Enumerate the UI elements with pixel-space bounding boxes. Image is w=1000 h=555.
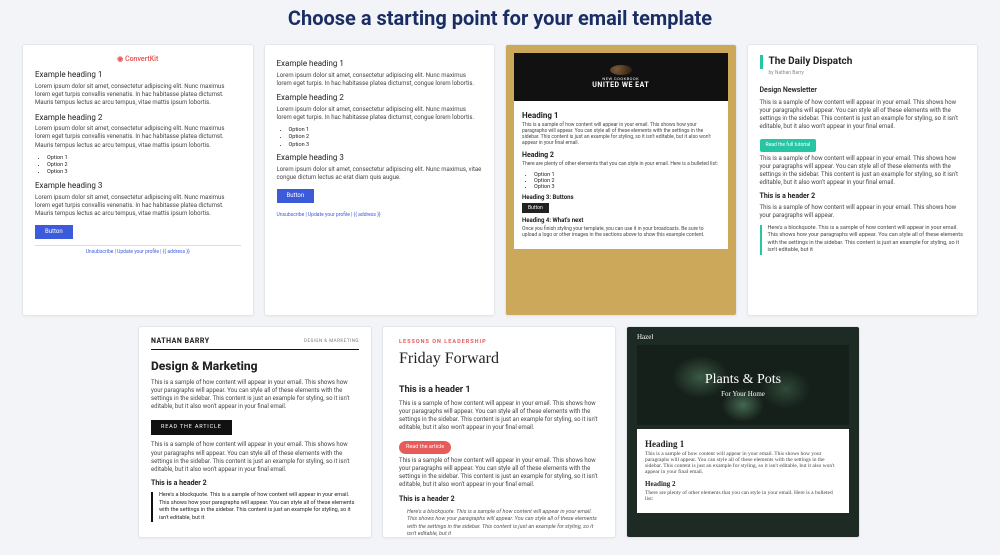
template-card-convertkit[interactable]: ConvertKit Example heading 1 Lorem ipsum… <box>22 44 254 316</box>
hero-title: UNITED WE EAT <box>592 81 649 89</box>
newsletter-title: Friday Forward <box>399 348 599 370</box>
list-item: Option 1 <box>289 127 483 134</box>
template-preview: Hazel Plants & Pots For Your Home Headin… <box>627 327 859 537</box>
list-item: Option 3 <box>534 184 720 190</box>
footer-links: Unsubscribe | Update your profile | {{ a… <box>35 245 241 256</box>
heading-1: Example heading 1 <box>35 70 241 81</box>
tagline: DESIGN & MARKETING <box>304 339 359 345</box>
heading-1: Example heading 1 <box>277 59 483 70</box>
blockquote: Here's a blockquote. This is a sample of… <box>760 225 966 255</box>
blockquote: Here's a blockquote. This is a sample of… <box>399 509 599 538</box>
hero: Plants & Pots For Your Home <box>637 345 849 425</box>
convertkit-logo: ConvertKit <box>35 55 241 64</box>
heading-1: Heading 1 <box>522 111 720 120</box>
body-text: Lorem ipsum dolor sit amet, consectetur … <box>277 166 483 182</box>
body-text: There are plenty of other elements that … <box>645 490 841 502</box>
button: Button <box>35 225 73 239</box>
hero-image <box>610 65 632 75</box>
heading-2: Heading 2 <box>645 480 841 488</box>
page-title: Choose a starting point for your email t… <box>0 0 1000 44</box>
template-card-united-we-eat[interactable]: NEW COOKBOOK UNITED WE EAT Heading 1 Thi… <box>505 44 737 316</box>
list-item: Option 1 <box>47 155 241 162</box>
heading-3: Example heading 3 <box>35 181 241 192</box>
footer-links: Unsubscribe | Update your profile | {{ a… <box>277 209 483 219</box>
header-2: This is a header 2 <box>760 192 966 201</box>
author-name: NATHAN BARRY <box>151 337 210 346</box>
list-item: Option 2 <box>47 162 241 169</box>
list-item: Option 2 <box>289 134 483 141</box>
body-text: This is a sample of how content will app… <box>399 400 599 432</box>
heading-4: Heading 4: What's next <box>522 217 720 224</box>
template-card-nathan-barry[interactable]: NATHAN BARRY DESIGN & MARKETING Design &… <box>138 326 372 538</box>
header-2: This is a header 2 <box>399 495 599 504</box>
body-text: Lorem ipsum dolor sit amet, consectetur … <box>277 106 483 122</box>
heading-2: Heading 2 <box>522 151 720 159</box>
list-item: Option 3 <box>47 169 241 176</box>
body-text: This is a sample of how content will app… <box>151 379 359 411</box>
template-row-1: ConvertKit Example heading 1 Lorem ipsum… <box>0 44 1000 326</box>
heading-3: Heading 3: Buttons <box>522 194 720 201</box>
hero-title: Plants & Pots <box>705 372 781 388</box>
body-text: Lorem ipsum dolor sit amet, consectetur … <box>277 72 483 88</box>
body-text: This is a sample of how content will app… <box>760 204 966 220</box>
read-button: Read the article <box>399 441 451 454</box>
option-list: Option 1 Option 2 Option 3 <box>522 172 720 190</box>
template-preview: Example heading 1 Lorem ipsum dolor sit … <box>265 45 495 229</box>
hero: NEW COOKBOOK UNITED WE EAT <box>514 53 728 101</box>
template-card-plain[interactable]: Example heading 1 Lorem ipsum dolor sit … <box>264 44 496 316</box>
body-text: This is a sample of how content will app… <box>522 122 720 146</box>
option-list: Option 1 Option 2 Option 3 <box>35 155 241 177</box>
template-preview: ConvertKit Example heading 1 Lorem ipsum… <box>23 45 253 266</box>
body-text: Once you finish styling your template, y… <box>522 226 720 238</box>
header-bar: NATHAN BARRY DESIGN & MARKETING <box>151 337 359 350</box>
template-preview: The Daily Dispatch by Nathan Barry Desig… <box>748 45 978 265</box>
brand: Hazel <box>627 327 859 341</box>
button: Button <box>522 203 549 213</box>
body-text: This is a sample of how content will app… <box>645 451 841 475</box>
list-item: Option 3 <box>289 142 483 149</box>
option-list: Option 1 Option 2 Option 3 <box>277 127 483 149</box>
template-preview: LESSONS ON LEADERSHIP Friday Forward Thi… <box>383 327 615 538</box>
read-button: READ THE ARTICLE <box>151 420 232 435</box>
body-text: There are plenty of other elements that … <box>522 161 720 167</box>
template-preview: NEW COOKBOOK UNITED WE EAT Heading 1 Thi… <box>506 45 736 315</box>
section-title: Design Newsletter <box>760 86 966 95</box>
heading-2: Example heading 2 <box>35 113 241 124</box>
heading-3: Example heading 3 <box>277 153 483 164</box>
byline: by Nathan Barry <box>760 70 966 77</box>
template-card-friday-forward[interactable]: LESSONS ON LEADERSHIP Friday Forward Thi… <box>382 326 616 538</box>
template-card-hazel[interactable]: Hazel Plants & Pots For Your Home Headin… <box>626 326 860 538</box>
body-text: This is a sample of how content will app… <box>760 155 966 187</box>
article-title: Design & Marketing <box>151 358 359 374</box>
body-text: Lorem ipsum dolor sit amet, consectetur … <box>35 125 241 149</box>
button: Button <box>277 189 315 203</box>
heading-1: Heading 1 <box>645 439 841 449</box>
heading-2: Example heading 2 <box>277 93 483 104</box>
header-1: This is a header 1 <box>399 384 599 396</box>
read-button: Read the full tutorial <box>760 139 817 152</box>
template-row-2: NATHAN BARRY DESIGN & MARKETING Design &… <box>0 326 1000 538</box>
template-card-daily-dispatch[interactable]: The Daily Dispatch by Nathan Barry Desig… <box>747 44 979 316</box>
body-text: This is a sample of how content will app… <box>399 457 599 489</box>
newsletter-title: The Daily Dispatch <box>760 55 966 69</box>
body-text: Lorem ipsum dolor sit amet, consectetur … <box>35 83 241 107</box>
body-text: This is a sample of how content will app… <box>760 99 966 131</box>
header-2: This is a header 2 <box>151 479 359 488</box>
eyebrow: LESSONS ON LEADERSHIP <box>399 339 599 346</box>
body-text: This is a sample of how content will app… <box>151 441 359 473</box>
blockquote: Here's a blockquote. This is a sample of… <box>151 492 359 522</box>
template-preview: NATHAN BARRY DESIGN & MARKETING Design &… <box>139 327 371 532</box>
body-text: Lorem ipsum dolor sit amet, consectetur … <box>35 194 241 218</box>
hero-subtitle: For Your Home <box>721 390 765 398</box>
